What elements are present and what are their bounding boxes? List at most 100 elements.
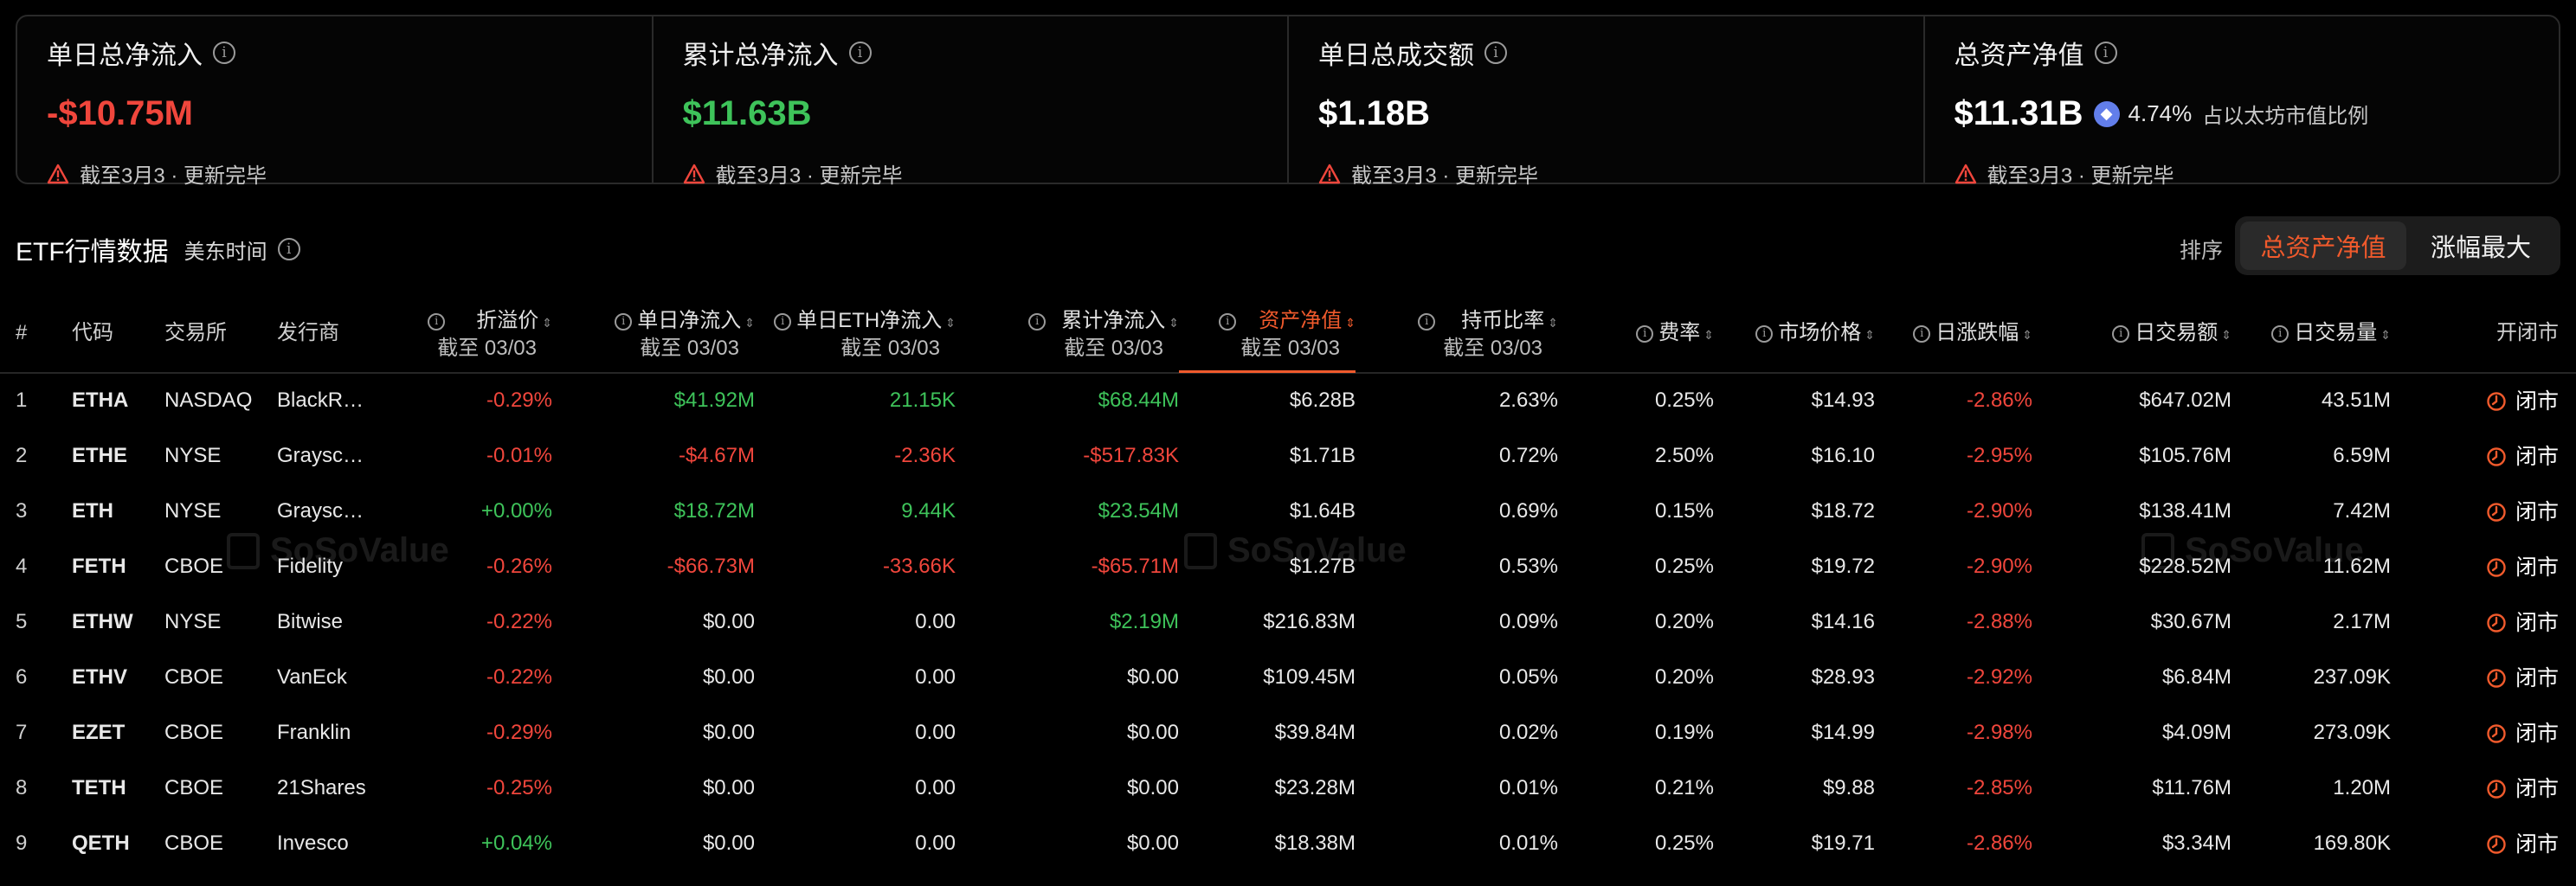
cell-daily-eth-inflow: 0.00 [915, 610, 956, 633]
table-row[interactable]: 1 ETHA NASDAQ BlackR… -0.29% $41.92M 21.15K $68… [0, 374, 2576, 429]
info-icon[interactable]: i [2112, 324, 2130, 343]
table-row[interactable]: 4 FETH CBOE Fidelity -0.26% -$66.73M -33.66K -$… [0, 540, 2576, 595]
cell-status: 闭市 [2486, 499, 2559, 525]
cell-change: -2.86% [1966, 388, 2032, 412]
info-icon[interactable]: i [615, 312, 633, 331]
cell-change: -2.86% [1966, 831, 2032, 855]
cell-status: 闭市 [2486, 388, 2559, 414]
info-icon[interactable]: i [2271, 324, 2289, 343]
sort-toggle: 总资产净值 涨幅最大 [2235, 216, 2560, 275]
col-volume[interactable]: i 日交易量 ⇕ [2271, 320, 2391, 348]
cell-num: 9 [16, 831, 28, 855]
card-value: $1.18B [1318, 94, 1430, 132]
info-icon[interactable]: i [277, 238, 300, 260]
col-change[interactable]: i 日涨跌幅 ⇕ [1913, 320, 2032, 348]
info-icon[interactable]: i [1219, 312, 1237, 331]
cell-volume: 237.09K [2313, 665, 2391, 689]
info-icon[interactable]: i [1028, 312, 1046, 331]
info-icon[interactable]: i [848, 42, 872, 64]
cell-hold-ratio: 0.05% [1498, 665, 1558, 689]
cell-daily-inflow: -$4.67M [678, 444, 755, 467]
cell-premium: -0.26% [486, 555, 552, 578]
status-label: 闭市 [2515, 777, 2559, 801]
cell-exchange: NYSE [164, 499, 222, 523]
cell-hold-ratio: 2.63% [1498, 388, 1558, 412]
info-icon[interactable]: i [1484, 42, 1507, 64]
table-header: # 代码 交易所 发行商 i 折溢价 ⇕ 截至 03/03 i 单日净流入 ⇕ 截至 0… [0, 303, 2576, 374]
eth-market-cap-pct: 4.74% [2128, 100, 2193, 126]
sort-by-nav-button[interactable]: 总资产净值 [2240, 222, 2406, 270]
cell-premium: -0.29% [486, 721, 552, 744]
cell-cum-inflow: $0.00 [1126, 721, 1179, 744]
status-label: 闭市 [2515, 722, 2559, 746]
table-row[interactable]: 9 QETH CBOE Invesco +0.04% $0.00 0.00 $0.00 $18.… [0, 817, 2576, 872]
cell-fee: 0.19% [1654, 721, 1714, 744]
cell-code: EZET [72, 721, 126, 744]
info-icon[interactable]: i [1913, 324, 1931, 343]
table-row[interactable]: 6 ETHV CBOE VanEck -0.22% $0.00 0.00 $0.00 $109.… [0, 651, 2576, 706]
cell-issuer: Bitwise [277, 610, 344, 633]
cell-price: $18.72 [1811, 499, 1875, 523]
table-row[interactable]: 5 ETHW NYSE Bitwise -0.22% $0.00 0.00 $2.19M $21… [0, 595, 2576, 651]
closed-clock-icon [2487, 780, 2506, 799]
card-cumulative-net-inflow: 累计总净流入 i $11.63B 截至3月3 · 更新完毕 [654, 16, 1289, 188]
col-price[interactable]: i 市场价格 ⇕ [1755, 320, 1875, 348]
cell-premium: -0.29% [486, 388, 552, 412]
col-daily-inflow[interactable]: i 单日净流入 ⇕ 截至 03/03 [615, 308, 755, 362]
cell-cum-inflow: $0.00 [1126, 831, 1179, 855]
cell-code: QETH [72, 831, 130, 855]
cell-daily-eth-inflow: 0.00 [915, 665, 956, 689]
col-status: 开闭市 [2496, 321, 2559, 344]
col-issuer: 发行商 [277, 321, 339, 344]
cell-change: -2.85% [1966, 776, 2032, 799]
table-row[interactable]: 7 EZET CBOE Franklin -0.29% $0.00 0.00 $0.00 $39… [0, 706, 2576, 761]
col-exchange: 交易所 [164, 321, 227, 344]
cell-num: 3 [16, 499, 28, 523]
info-icon[interactable]: i [1755, 324, 1774, 343]
cell-num: 1 [16, 388, 28, 412]
cell-price: $14.16 [1811, 610, 1875, 633]
summary-cards: 单日总净流入 i -$10.75M 截至3月3 · 更新完毕 累计总净流入 i $1… [16, 15, 2560, 188]
card-title: 单日总成交额 [1318, 42, 1474, 70]
col-premium[interactable]: i 折溢价 ⇕ 截至 03/03 [428, 308, 552, 362]
warning-icon [1955, 164, 1976, 183]
card-note: 截至3月3 · 更新完毕 [1987, 164, 2174, 188]
cell-fee: 0.20% [1654, 665, 1714, 689]
cell-issuer: Graysc… [277, 499, 364, 523]
timezone-label: 美东时间 [184, 240, 267, 264]
card-value: $11.63B [682, 94, 812, 132]
cell-cum-inflow: -$517.83K [1083, 444, 1179, 467]
table-row[interactable]: 3 ETH NYSE Graysc… +0.00% $18.72M 9.44K $23.54M… [0, 485, 2576, 540]
cell-status: 闭市 [2486, 831, 2559, 857]
cell-daily-inflow: $0.00 [702, 776, 755, 799]
sort-caret-icon: ⇕ [2380, 328, 2391, 342]
info-icon[interactable]: i [774, 312, 792, 331]
info-icon[interactable]: i [1636, 324, 1654, 343]
cell-volume-usd: $138.41M [2139, 499, 2231, 523]
cell-code: ETHE [72, 444, 128, 467]
warning-icon [1318, 164, 1341, 183]
cell-issuer: BlackR… [277, 388, 364, 412]
col-fee[interactable]: i 费率 ⇕ [1636, 320, 1714, 348]
table-row[interactable]: 2 ETHE NYSE Graysc… -0.01% -$4.67M -2.36K -$517… [0, 429, 2576, 485]
cell-code: ETHW [72, 610, 133, 633]
cell-exchange: NYSE [164, 610, 222, 633]
col-daily-eth-inflow[interactable]: i 单日ETH净流入 ⇕ 截至 03/03 [774, 308, 956, 362]
info-icon[interactable]: i [428, 312, 446, 331]
col-hold-ratio[interactable]: i 持币比率 ⇕ 截至 03/03 [1418, 308, 1558, 362]
col-nav[interactable]: i 资产净值 ⇕ 截至 03/03 [1219, 308, 1356, 362]
cell-premium: +0.04% [480, 831, 552, 855]
col-cum-inflow[interactable]: i 累计净流入 ⇕ 截至 03/03 [1028, 308, 1179, 362]
info-icon[interactable]: i [213, 42, 235, 64]
col-volume-usd[interactable]: i 日交易额 ⇕ [2112, 320, 2231, 348]
cell-volume-usd: $228.52M [2139, 555, 2231, 578]
cell-cum-inflow: $68.44M [1098, 388, 1179, 412]
sort-by-gain-button[interactable]: 涨幅最大 [2406, 222, 2555, 270]
card-value: $11.31B [1954, 94, 2083, 132]
cell-hold-ratio: 0.01% [1498, 831, 1558, 855]
table-row[interactable]: 8 TETH CBOE 21Shares -0.25% $0.00 0.00 $0.00 $23… [0, 761, 2576, 817]
info-icon[interactable]: i [2094, 42, 2117, 64]
cell-fee: 0.21% [1654, 776, 1714, 799]
info-icon[interactable]: i [1418, 312, 1436, 331]
card-title: 单日总净流入 [47, 42, 203, 70]
